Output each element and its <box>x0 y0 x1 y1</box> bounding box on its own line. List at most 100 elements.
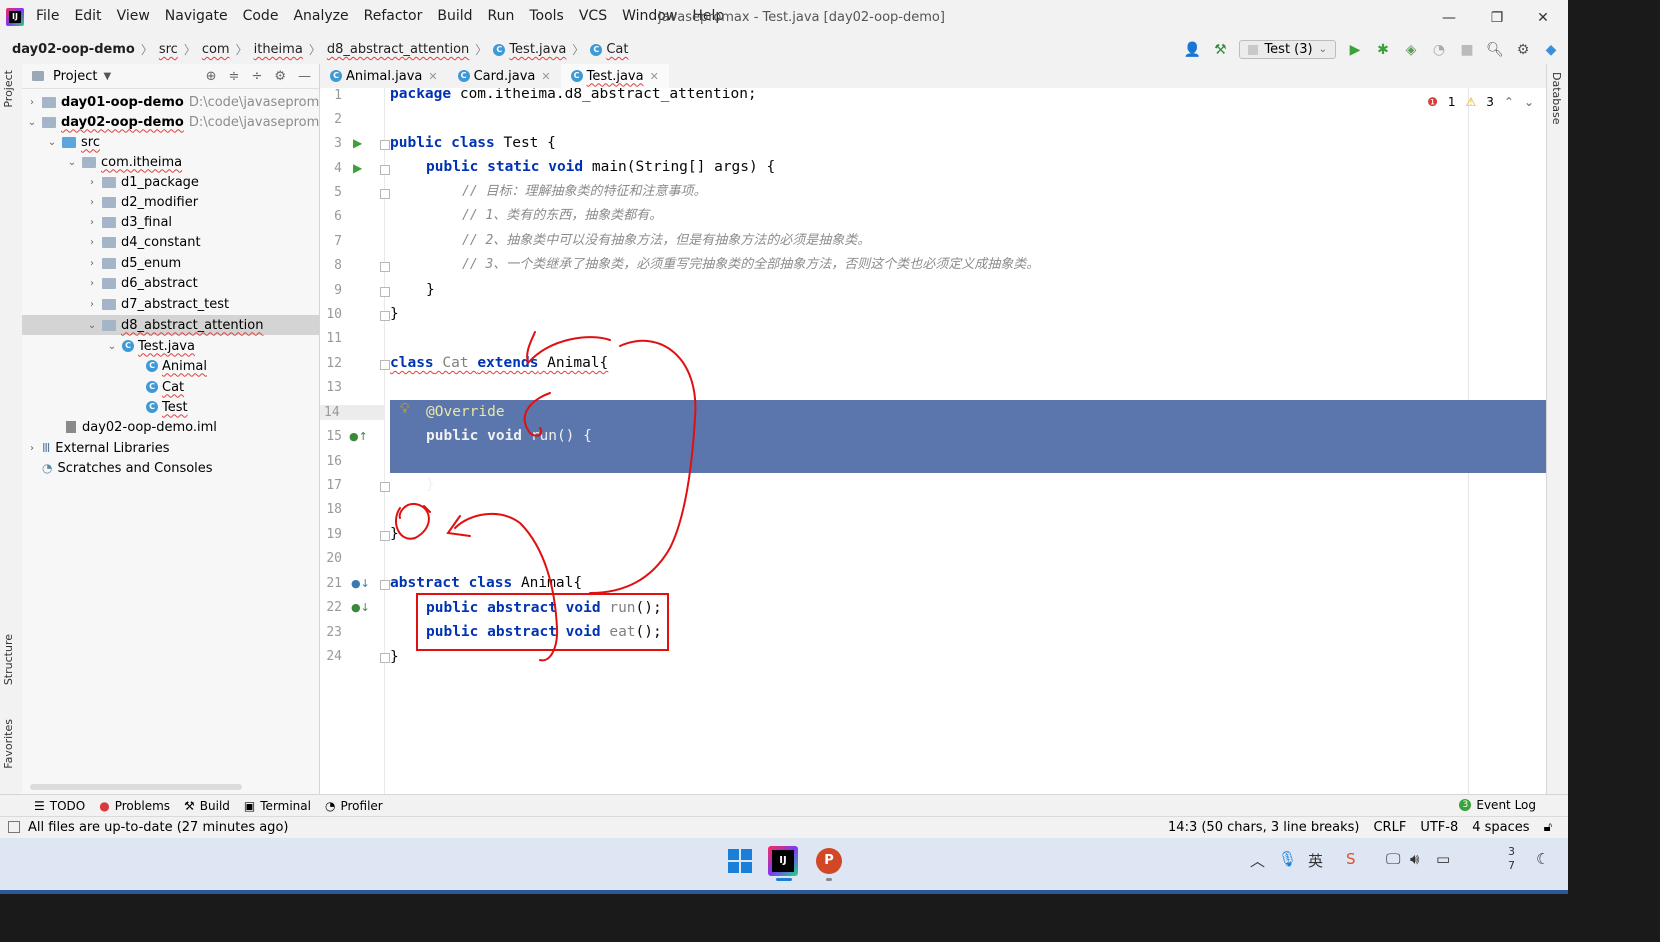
menu-edit[interactable]: Edit <box>74 8 101 24</box>
intellij-taskbar-icon[interactable]: IJ <box>768 846 798 876</box>
app-tray-icon[interactable]: S <box>1346 850 1356 868</box>
jetbrains-icon[interactable]: ◆ <box>1542 42 1560 58</box>
locate-icon[interactable]: ⊕ <box>206 69 217 84</box>
run-icon[interactable]: ▶ <box>1346 42 1364 58</box>
project-tool-tab[interactable]: Project <box>2 70 15 108</box>
screen-border-right <box>1568 0 1660 942</box>
powerpoint-taskbar-icon[interactable]: P <box>816 848 842 874</box>
close-icon[interactable]: ✕ <box>541 70 550 83</box>
build-hammer-icon[interactable]: ⚒ <box>1211 42 1229 58</box>
battery-icon[interactable]: ▭ <box>1436 850 1450 868</box>
tab-card-java[interactable]: C Card.java ✕ <box>448 64 561 88</box>
tree-item-package[interactable]: › d5_enum <box>86 253 181 273</box>
tree-item-package[interactable]: › d4_constant <box>86 232 201 252</box>
profiler-tool-button[interactable]: ◔ Profiler <box>325 799 383 813</box>
tree-item-com-itheima[interactable]: ⌄ com.itheima <box>66 152 182 172</box>
menu-view[interactable]: View <box>117 8 150 24</box>
build-tool-button[interactable]: ⚒ Build <box>184 799 230 813</box>
menu-analyze[interactable]: Analyze <box>293 8 348 24</box>
stop-icon[interactable]: ■ <box>1458 42 1476 58</box>
module-folder-icon <box>42 96 56 108</box>
minimize-button[interactable]: — <box>1437 6 1461 30</box>
tree-item-class[interactable]: C Cat <box>146 377 184 397</box>
tree-item-external-libraries[interactable]: › Ⅲ External Libraries <box>26 438 170 458</box>
crumb-itheima[interactable]: itheima <box>254 42 303 57</box>
user-icon[interactable]: 👤 <box>1183 42 1201 58</box>
tree-item-package[interactable]: › d6_abstract <box>86 273 198 293</box>
code-editor[interactable]: 1 2 3 4 5 6 7 8 9 10 11 12 13 14 15 16 1… <box>320 88 1568 794</box>
menu-build[interactable]: Build <box>437 8 472 24</box>
menu-code[interactable]: Code <box>243 8 279 24</box>
tree-item-package-selected[interactable]: ⌄ d8_abstract_attention <box>22 315 319 335</box>
speaker-icon[interactable]: 🔊︎ <box>1410 850 1419 868</box>
crumb-com[interactable]: com <box>202 42 230 57</box>
menu-tools[interactable]: Tools <box>529 8 564 24</box>
chevron-up-icon[interactable]: ︿ <box>1250 850 1265 871</box>
tree-item-iml[interactable]: day02-oop-demo.iml <box>66 417 217 437</box>
project-panel: Project ▼ ⊕ ≑ ÷ ⚙ — › day01-oop-demo D:\… <box>22 64 339 794</box>
debug-icon[interactable]: ✱ <box>1374 42 1392 58</box>
menu-navigate[interactable]: Navigate <box>165 8 228 24</box>
database-tool-tab[interactable]: Database <box>1550 72 1563 125</box>
run-config-select[interactable]: Test (3) ⌄ <box>1239 40 1336 59</box>
tree-item-package[interactable]: › d3_final <box>86 212 172 232</box>
project-panel-title[interactable]: Project <box>53 69 97 84</box>
crumb-src[interactable]: src <box>159 42 178 57</box>
file-encoding[interactable]: UTF-8 <box>1420 820 1458 835</box>
menu-vcs[interactable]: VCS <box>579 8 607 24</box>
caret-position[interactable]: 14:3 (50 chars, 3 line breaks) <box>1168 820 1359 835</box>
tree-item-package[interactable]: › d7_abstract_test <box>86 294 229 314</box>
tree-item-package[interactable]: › d1_package <box>86 172 199 192</box>
tree-item-src[interactable]: ⌄ src <box>46 132 100 152</box>
indent-setting[interactable]: 4 spaces <box>1472 820 1529 835</box>
gear-icon[interactable]: ⚙ <box>1514 42 1532 58</box>
terminal-tool-button[interactable]: ▣ Terminal <box>244 799 311 813</box>
event-log-button[interactable]: 3 Event Log <box>1459 798 1536 812</box>
tab-test-java[interactable]: C Test.java ✕ <box>560 64 669 90</box>
line-separator[interactable]: CRLF <box>1373 820 1406 835</box>
problems-tool-button[interactable]: ● Problems <box>99 799 170 813</box>
moon-icon[interactable]: ☾ <box>1536 850 1549 868</box>
favorites-tool-tab[interactable]: Favorites <box>2 719 15 769</box>
collapse-all-icon[interactable]: ÷ <box>251 69 262 84</box>
ime-icon[interactable]: 英 <box>1308 850 1323 871</box>
crumb-file[interactable]: Test.java <box>509 42 566 57</box>
tree-item-file[interactable]: ⌄ C Test.java <box>106 336 195 356</box>
tree-item-scratches[interactable]: ◔ Scratches and Consoles <box>42 458 213 478</box>
tree-item-package[interactable]: › d2_modifier <box>86 192 198 212</box>
chevron-right-icon: › <box>90 257 94 269</box>
crumb-class[interactable]: Cat <box>606 42 628 57</box>
expand-all-icon[interactable]: ≑ <box>229 69 240 84</box>
chevron-down-icon[interactable]: ▼ <box>103 71 111 82</box>
crumb-project[interactable]: day02-oop-demo <box>12 42 135 57</box>
tree-item-day02[interactable]: ⌄ day02-oop-demo D:\code\javasepromax\ <box>26 112 340 132</box>
menu-file[interactable]: File <box>36 8 59 24</box>
toggle-tool-windows-icon[interactable] <box>8 821 20 833</box>
package-icon <box>102 176 116 188</box>
windows-start-icon[interactable] <box>728 849 752 873</box>
structure-tool-tab[interactable]: Structure <box>2 634 15 685</box>
close-icon[interactable]: ✕ <box>428 70 437 83</box>
tree-item-day01[interactable]: › day01-oop-demo D:\code\javasepromax\ <box>26 92 339 112</box>
hide-icon[interactable]: — <box>298 69 311 84</box>
tree-item-class[interactable]: C Test <box>146 397 188 417</box>
profile-icon[interactable]: ◔ <box>1430 42 1448 58</box>
network-icon[interactable]: 🖵 <box>1386 850 1400 868</box>
close-button[interactable]: ✕ <box>1531 6 1555 30</box>
restore-button[interactable]: ❐ <box>1485 6 1509 30</box>
crumb-package[interactable]: d8_abstract_attention <box>327 42 469 57</box>
tree-item-class[interactable]: C Animal <box>146 356 207 376</box>
search-icon[interactable]: 🔍︎ <box>1486 42 1504 58</box>
menu-run[interactable]: Run <box>488 8 515 24</box>
coverage-icon[interactable]: ◈ <box>1402 42 1420 58</box>
tab-animal-java[interactable]: C Animal.java ✕ <box>320 64 448 88</box>
gear-icon[interactable]: ⚙ <box>274 69 286 84</box>
lock-icon[interactable]: 🔓︎ <box>1544 820 1552 835</box>
package-icon <box>102 236 116 248</box>
menu-refactor[interactable]: Refactor <box>364 8 423 24</box>
clock[interactable]: 3 7 <box>1508 845 1515 873</box>
close-icon[interactable]: ✕ <box>650 70 659 83</box>
microphone-icon[interactable]: 🎙︎ <box>1278 850 1297 868</box>
horizontal-scrollbar[interactable] <box>30 784 242 790</box>
todo-tool-button[interactable]: ☰ TODO <box>34 799 85 813</box>
